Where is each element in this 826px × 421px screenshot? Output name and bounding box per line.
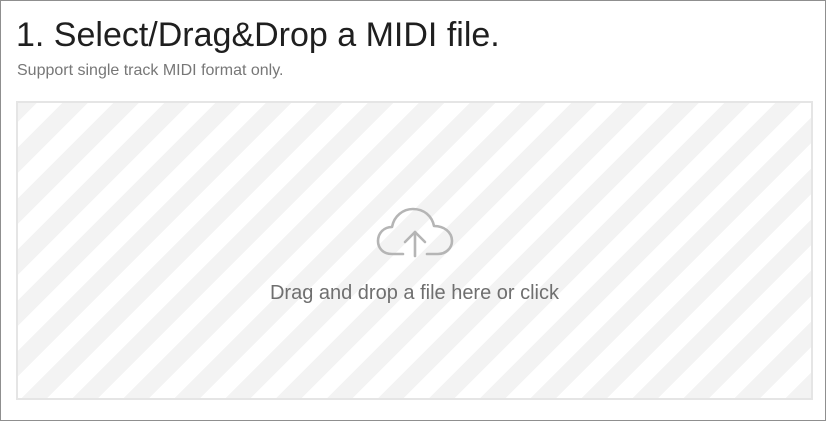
format-note: Support single track MIDI format only. <box>17 62 284 79</box>
midi-dropzone[interactable]: Drag and drop a file here or click <box>16 101 813 400</box>
upload-panel: 1. Select/Drag&Drop a MIDI file. Support… <box>0 0 826 421</box>
cloud-upload-icon <box>376 206 454 258</box>
page-title: 1. Select/Drag&Drop a MIDI file. <box>16 16 500 54</box>
dropzone-label: Drag and drop a file here or click <box>269 282 560 304</box>
